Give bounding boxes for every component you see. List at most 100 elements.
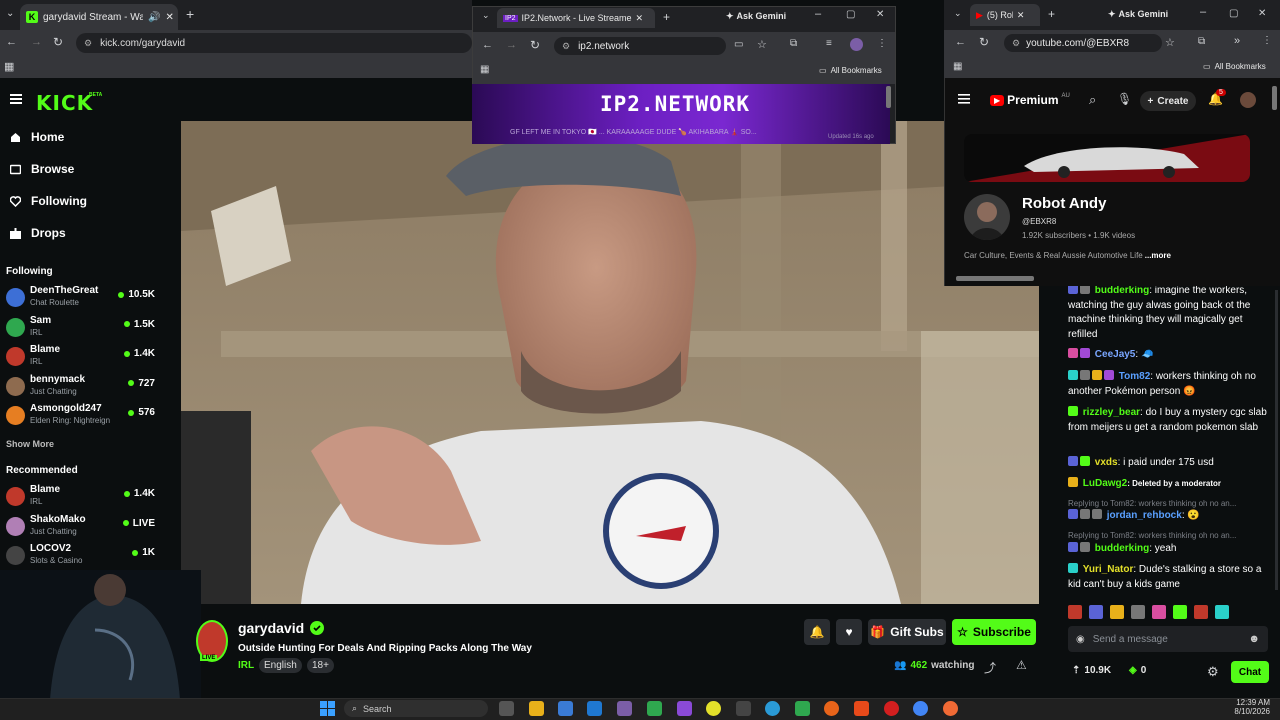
minimize-icon[interactable]: –: [815, 8, 821, 20]
new-tab-icon[interactable]: +: [663, 10, 670, 24]
category-tag[interactable]: IRL: [238, 660, 254, 671]
emote-icon[interactable]: [1152, 605, 1166, 619]
emote-icon[interactable]: [1068, 605, 1082, 619]
reply-context[interactable]: Replying to Tom82: workers thinking oh n…: [1068, 499, 1268, 508]
ask-gemini-button[interactable]: ✦ Ask Gemini: [726, 11, 786, 22]
app-icon[interactable]: [647, 701, 662, 716]
apps-grid-icon[interactable]: ▦: [480, 64, 489, 75]
media-control-icon[interactable]: ≡: [826, 38, 832, 49]
emote-icon[interactable]: [1194, 605, 1208, 619]
mail-icon[interactable]: [587, 701, 602, 716]
ip2-address-bar[interactable]: ⚙ ip2.network: [554, 37, 726, 55]
notification-bell-button[interactable]: 🔔: [804, 619, 830, 645]
tab-list-icon[interactable]: ⌄: [6, 8, 14, 19]
kick-count[interactable]: ⇡ 10.9K: [1072, 665, 1111, 676]
ip2-browser-tab[interactable]: IP2 IP2.Network - Live Streamer Director…: [497, 8, 655, 28]
site-info-icon[interactable]: ⚙: [562, 41, 570, 52]
tab-close-icon[interactable]: ✕: [165, 12, 173, 23]
windows-start-icon[interactable]: [320, 701, 335, 716]
following-channel[interactable]: Blame IRL 1.4K: [6, 344, 176, 372]
emote-icon[interactable]: [1215, 605, 1229, 619]
channel-name[interactable]: garydavid: [238, 620, 304, 636]
brave-icon[interactable]: [854, 701, 869, 716]
youtube-hscrollbar[interactable]: [956, 276, 1034, 281]
chat-input[interactable]: ◉ Send a message ☻: [1068, 626, 1268, 652]
report-icon[interactable]: ⚠: [1016, 658, 1027, 672]
video-player[interactable]: [181, 121, 1039, 604]
all-bookmarks-button[interactable]: ▭ All Bookmarks: [1203, 62, 1266, 71]
back-icon[interactable]: ←: [482, 39, 493, 51]
apps-grid-icon[interactable]: ▦: [953, 61, 962, 72]
file-explorer-icon[interactable]: [529, 701, 544, 716]
share-icon[interactable]: ⤴: [984, 659, 996, 676]
recommended-channel[interactable]: LOCOV2 Slots & Casino 1K: [6, 543, 176, 571]
tab-list-icon[interactable]: ⌄: [482, 10, 490, 21]
app-icon[interactable]: [795, 701, 810, 716]
youtube-logo[interactable]: ▶ Premium AU: [990, 93, 1070, 107]
tab-list-icon[interactable]: ⌄: [954, 8, 962, 19]
kick-address-bar[interactable]: ⚙ kick.com/garydavid: [76, 33, 472, 53]
chat-scrollbar[interactable]: [1275, 290, 1278, 590]
close-window-icon[interactable]: ✕: [1258, 8, 1266, 19]
emoji-icon[interactable]: ☻: [1248, 633, 1260, 645]
extensions-icon[interactable]: ⧉: [1198, 36, 1205, 47]
profile-avatar[interactable]: [850, 38, 863, 51]
maximize-icon[interactable]: ▢: [846, 9, 855, 20]
ip2-scrollbar[interactable]: [886, 86, 891, 108]
chat-username[interactable]: CeeJay5: [1095, 349, 1136, 360]
kick-logo[interactable]: KICK: [36, 91, 93, 115]
site-info-icon[interactable]: ⚙: [1012, 38, 1020, 49]
youtube-browser-tab[interactable]: ▶ (5) Robot Andy ✕: [970, 4, 1040, 26]
following-channel[interactable]: Asmongold247 Elden Ring: Nightreign 576: [6, 403, 176, 431]
chat-username[interactable]: Tom82: [1119, 371, 1151, 382]
kick-browser-tab[interactable]: K garydavid Stream - Watch Live on Kick …: [20, 4, 178, 30]
show-more-link[interactable]: Show More: [6, 439, 54, 449]
new-tab-icon[interactable]: +: [1048, 7, 1055, 21]
close-window-icon[interactable]: ✕: [876, 9, 884, 20]
forward-icon[interactable]: →: [31, 36, 42, 48]
task-view-icon[interactable]: [499, 701, 514, 716]
gift-subs-button[interactable]: 🎁 Gift Subs: [868, 619, 946, 645]
reply-context[interactable]: Replying to Tom82: workers thinking oh n…: [1068, 531, 1268, 540]
following-channel[interactable]: bennymack Just Chatting 727: [6, 374, 176, 402]
youtube-address-bar[interactable]: ⚙ youtube.com/@EBXR8: [1004, 34, 1162, 52]
reload-icon[interactable]: ↻: [530, 38, 540, 52]
app-icon[interactable]: [677, 701, 692, 716]
chat-settings-icon[interactable]: ⚙: [1207, 664, 1219, 680]
edge-icon[interactable]: [765, 701, 780, 716]
clock[interactable]: 12:39 AM 8/10/2026: [1228, 698, 1270, 716]
new-tab-icon[interactable]: +: [186, 6, 194, 22]
create-button[interactable]: + Create: [1140, 91, 1196, 111]
menu-kebab-icon[interactable]: ⋮: [877, 38, 887, 49]
nav-following[interactable]: Following: [10, 194, 87, 208]
emote-icon[interactable]: [1131, 605, 1145, 619]
taskbar-search[interactable]: ⌕ Search: [344, 700, 488, 717]
nav-home[interactable]: Home: [10, 130, 64, 144]
chat-username[interactable]: vxds: [1095, 457, 1118, 468]
chat-commands-icon[interactable]: ◉: [1076, 634, 1085, 645]
hamburger-menu-icon[interactable]: [10, 94, 22, 104]
site-info-icon[interactable]: ⚙: [84, 38, 92, 49]
microphone-icon[interactable]: 🎙: [1117, 92, 1132, 106]
app-icon[interactable]: [736, 701, 751, 716]
record-icon[interactable]: [884, 701, 899, 716]
more-chevron-icon[interactable]: »: [1234, 35, 1240, 47]
youtube-menu-icon[interactable]: [958, 94, 970, 104]
follow-button[interactable]: ♥: [836, 619, 862, 645]
bookmark-star-icon[interactable]: ☆: [1165, 36, 1175, 49]
following-channel[interactable]: Sam IRL 1.5K: [6, 315, 176, 343]
youtube-scrollbar[interactable]: [1272, 86, 1277, 110]
subscribe-button[interactable]: ☆ Subscribe: [952, 619, 1036, 645]
chat-username[interactable]: budderking: [1095, 543, 1149, 554]
chat-username[interactable]: Yuri_Nator: [1083, 564, 1134, 575]
store-icon[interactable]: [558, 701, 573, 716]
search-icon[interactable]: ⌕: [1089, 92, 1096, 108]
recommended-channel[interactable]: Blame IRL 1.4K: [6, 484, 176, 512]
nav-drops[interactable]: Drops: [10, 226, 66, 240]
bookmark-star-icon[interactable]: ☆: [757, 38, 767, 51]
forward-icon[interactable]: →: [506, 39, 517, 51]
cast-icon[interactable]: ▭: [734, 39, 743, 50]
firefox-icon[interactable]: [824, 701, 839, 716]
emote-icon[interactable]: [1110, 605, 1124, 619]
app-icon[interactable]: [943, 701, 958, 716]
